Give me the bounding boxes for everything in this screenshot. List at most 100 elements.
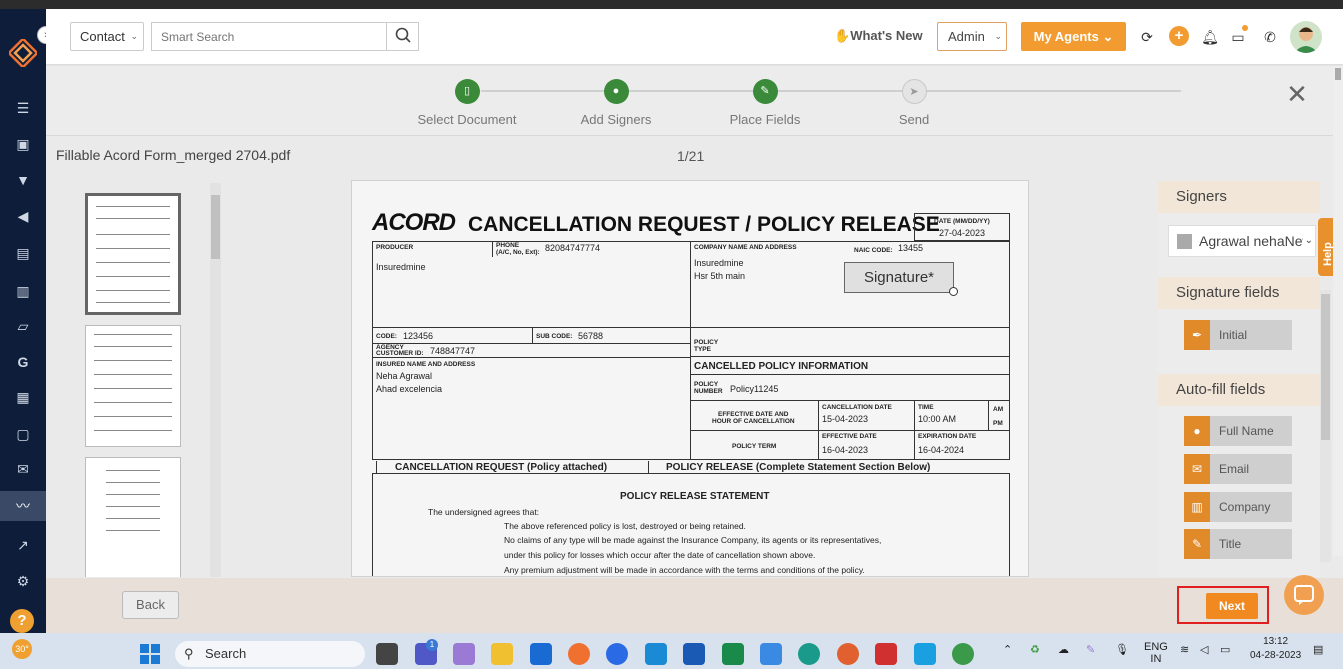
- megaphone-icon[interactable]: ◀: [13, 206, 33, 226]
- google-icon[interactable]: G: [13, 352, 33, 372]
- cancel-request-option: CANCELLATION REQUEST (Policy attached): [395, 462, 608, 473]
- search-icon: [395, 27, 411, 43]
- filter-icon[interactable]: ▼: [13, 170, 33, 190]
- step-label: Place Fields: [729, 112, 801, 127]
- trend-chart-icon[interactable]: ↗: [13, 535, 33, 555]
- next-button[interactable]: Next: [1206, 593, 1258, 619]
- scrollbar-thumb[interactable]: [1335, 68, 1341, 80]
- file-explorer-icon[interactable]: [491, 643, 513, 665]
- field-title[interactable]: ✎ Title: [1184, 529, 1292, 559]
- autofill-heading: Auto-fill fields: [1158, 374, 1320, 406]
- app-logo-icon[interactable]: [9, 39, 37, 67]
- signature-icon[interactable]: 〰: [0, 491, 46, 521]
- smart-search-input[interactable]: [151, 22, 387, 51]
- list-icon[interactable]: ☰: [13, 98, 33, 118]
- signature-fields-heading: Signature fields: [1158, 277, 1320, 309]
- search-button[interactable]: [386, 22, 419, 51]
- divider: [532, 327, 533, 343]
- field-full-name[interactable]: ● Full Name: [1184, 416, 1292, 446]
- subcode-value: 56788: [578, 331, 604, 341]
- step-send[interactable]: ➤ Send: [849, 79, 979, 127]
- chat-button[interactable]: [1284, 575, 1324, 615]
- firefox-icon[interactable]: [837, 643, 859, 665]
- zoom-icon[interactable]: [606, 643, 628, 665]
- thumbnails-scrollbar[interactable]: [210, 183, 221, 577]
- back-button[interactable]: Back: [122, 591, 179, 619]
- step-add-signers[interactable]: ● Add Signers: [551, 79, 681, 127]
- bell-icon[interactable]: 🔔︎: [1200, 27, 1220, 47]
- document-viewer[interactable]: ACORD CANCELLATION REQUEST / POLICY RELE…: [351, 180, 1029, 577]
- skype-icon[interactable]: [914, 643, 936, 665]
- app-icon[interactable]: [568, 643, 590, 665]
- folder-icon[interactable]: ▱: [13, 316, 33, 336]
- whats-new-link[interactable]: ✋What's New: [834, 28, 923, 44]
- signer-select[interactable]: Agrawal nehaNew ⌄: [1168, 225, 1316, 257]
- phone-icon[interactable]: ✆: [1260, 27, 1280, 47]
- insured-line-2: Ahad excelencia: [376, 384, 443, 394]
- language-indicator[interactable]: ENG IN: [1144, 641, 1168, 665]
- chevron-up-icon[interactable]: ⌃: [1003, 643, 1012, 656]
- admin-select[interactable]: Admin ⌄: [937, 22, 1007, 51]
- scrollbar-thumb[interactable]: [211, 195, 220, 259]
- add-icon[interactable]: +: [1169, 26, 1189, 46]
- volume-icon[interactable]: ◁: [1200, 643, 1208, 656]
- weather-widget[interactable]: 30°: [12, 639, 32, 659]
- contacts-icon[interactable]: ▣: [13, 134, 33, 154]
- battery-icon[interactable]: ▭: [1220, 643, 1230, 656]
- field-label: Title: [1219, 537, 1242, 551]
- thumbnail-page-1[interactable]: [85, 193, 181, 315]
- taskbar-search[interactable]: ⚲ Search: [175, 641, 365, 667]
- pen-tray-icon[interactable]: ✎: [1086, 643, 1095, 656]
- chat-app-icon[interactable]: [722, 643, 744, 665]
- bar-chart-icon[interactable]: ▥: [13, 281, 33, 301]
- thumbnail-page-2[interactable]: [85, 325, 181, 447]
- edge-icon[interactable]: [798, 643, 820, 665]
- statement-line: No claims of any type will be made again…: [504, 535, 882, 545]
- task-view-icon[interactable]: [376, 643, 398, 665]
- expiration-value: 16-04-2024: [918, 445, 965, 455]
- field-company[interactable]: ▥ Company: [1184, 492, 1292, 522]
- contact-select[interactable]: Contact ⌄: [70, 22, 144, 51]
- page-scrollbar[interactable]: [1333, 66, 1343, 556]
- pen-app-icon[interactable]: [453, 643, 475, 665]
- field-initial[interactable]: ✒ Initial: [1184, 320, 1292, 350]
- scrollbar-thumb[interactable]: [1321, 294, 1330, 440]
- chevron-down-icon: ⌄: [1302, 226, 1313, 256]
- pencil-icon: ✎: [1184, 529, 1210, 559]
- taskbar-clock[interactable]: 13:12 04-28-2023: [1250, 635, 1301, 663]
- fields-panel-scrollbar[interactable]: [1320, 290, 1331, 562]
- gear-icon[interactable]: ⚙: [13, 571, 33, 591]
- help-circle-icon[interactable]: ?: [10, 609, 34, 633]
- time-value: 10:00 AM: [918, 414, 957, 424]
- calendar-icon[interactable]: ▢: [13, 424, 33, 444]
- app-icon[interactable]: [645, 643, 667, 665]
- app-icon[interactable]: [530, 643, 552, 665]
- resize-handle[interactable]: [949, 287, 958, 296]
- mail-icon[interactable]: ✉: [13, 459, 33, 479]
- field-email-address[interactable]: ✉ Email Address: [1184, 454, 1292, 506]
- windows-start-icon[interactable]: [140, 644, 160, 664]
- step-place-fields[interactable]: ✎ Place Fields: [700, 79, 830, 127]
- close-icon[interactable]: ✕: [1286, 81, 1308, 107]
- pm-label: PM: [993, 420, 1003, 427]
- recycle-icon[interactable]: ♻: [1030, 643, 1040, 656]
- app-icon[interactable]: [875, 643, 897, 665]
- refresh-icon[interactable]: ⟳: [1137, 27, 1157, 47]
- chrome-icon[interactable]: [952, 643, 974, 665]
- thumbnail-page-3[interactable]: [85, 457, 181, 577]
- wifi-icon[interactable]: ≋: [1180, 643, 1189, 656]
- microphone-icon[interactable]: 🎙︎: [1115, 643, 1129, 656]
- table-icon[interactable]: ▦: [13, 387, 33, 407]
- step-label: Select Document: [417, 112, 517, 127]
- document-icon[interactable]: ▤: [13, 243, 33, 263]
- store-icon[interactable]: [683, 643, 705, 665]
- notification-icon[interactable]: ▤: [1313, 643, 1323, 656]
- hand-icon: ✋: [834, 28, 851, 43]
- step-select-document[interactable]: ▯ Select Document: [402, 79, 532, 127]
- user-avatar[interactable]: [1290, 21, 1322, 53]
- naic-label: NAIC CODE:: [854, 247, 893, 254]
- app-icon[interactable]: [760, 643, 782, 665]
- placed-signature-field[interactable]: Signature*: [844, 262, 954, 293]
- cloud-icon[interactable]: ☁: [1058, 643, 1069, 656]
- my-agents-button[interactable]: My Agents ⌄: [1021, 22, 1126, 51]
